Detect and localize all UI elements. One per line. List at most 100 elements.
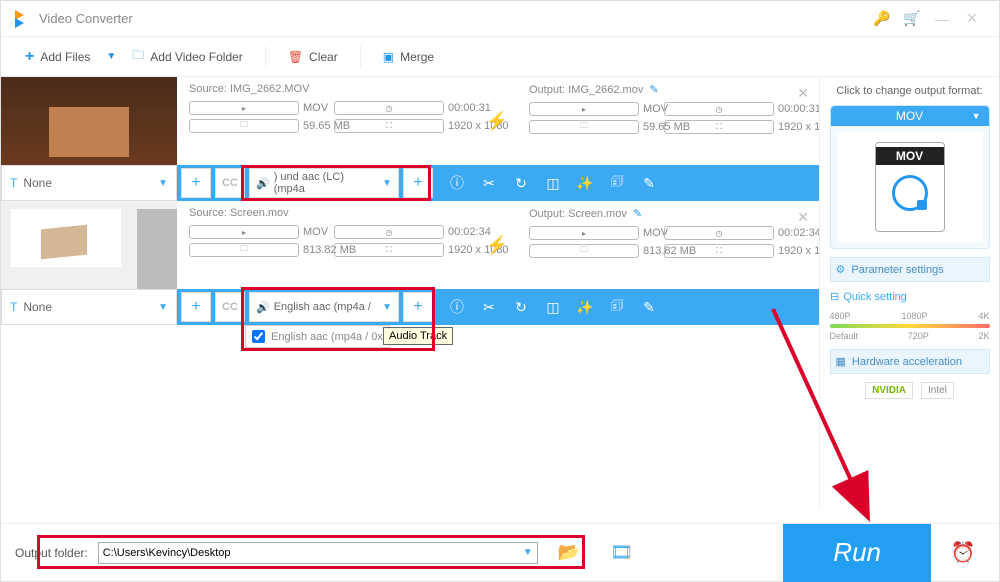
format-icon: ▸ (529, 226, 639, 240)
close-icon[interactable]: ✕ (957, 10, 987, 27)
chevron-down-icon: ▼ (158, 302, 168, 313)
output-folder-input[interactable]: C:\Users\Kevincy\Desktop▼ (98, 542, 538, 564)
edit-name-icon[interactable]: ✎ (633, 207, 642, 220)
chevron-down-icon: ▼ (382, 178, 392, 189)
subtitle-select[interactable]: TNone▼ (1, 289, 177, 325)
source-label: Source: IMG_2662.MOV (189, 83, 465, 95)
crop-icon[interactable]: ◫ (537, 299, 569, 316)
rotate-icon[interactable]: ↻ (505, 175, 537, 192)
audio-track-select[interactable]: 🔊 English aac (mp4a / ▼ (249, 292, 399, 322)
bolt-icon: ⚡ (486, 111, 508, 132)
remove-item-icon[interactable]: ✕ (797, 85, 809, 102)
chevron-down-icon: ▼ (382, 302, 392, 313)
chevron-down-icon: ▼ (523, 547, 533, 558)
effects-icon[interactable]: ✨ (569, 175, 601, 192)
crop-icon[interactable]: ◫ (537, 175, 569, 192)
format-icon: ▸ (189, 225, 299, 239)
audio-option-checkbox[interactable] (252, 330, 265, 343)
chevron-down-icon: ▼ (972, 111, 981, 121)
audio-value: English aac (mp4a / (274, 301, 371, 313)
audio-value: ) und aac (LC) (mp4a (274, 171, 378, 195)
thumbnail[interactable] (1, 77, 177, 165)
format-icon: ▸ (189, 101, 299, 115)
subtitle-edit-icon[interactable]: ✎ (633, 299, 665, 316)
quick-setting-label[interactable]: Quick setting (830, 290, 907, 303)
audio-option-label: English aac (mp4a / 0x (271, 331, 383, 343)
rotate-icon[interactable]: ↻ (505, 299, 537, 316)
run-label: Run (833, 537, 881, 568)
bottom-bar: Output folder: C:\Users\Kevincy\Desktop▼… (1, 523, 999, 581)
format-name: MOV (896, 109, 923, 123)
chevron-down-icon[interactable]: ▼ (106, 51, 116, 62)
item-controls: TNone▼ + CC 🔊 ) und aac (LC) (mp4a ▼ + ⓘ ✂… (1, 165, 819, 201)
add-subtitle-button[interactable]: + (181, 168, 211, 198)
nvidia-badge: NVIDIA (865, 382, 913, 399)
remove-item-icon[interactable]: ✕ (797, 209, 809, 226)
audio-track-select[interactable]: 🔊 ) und aac (LC) (mp4a ▼ (249, 168, 399, 198)
source-label: Source: Screen.mov (189, 207, 465, 219)
add-folder-button[interactable]: 🗀Add Video Folder (122, 41, 253, 72)
out-duration-value: 00:02:34 (778, 227, 819, 239)
chip-icon: ▦ (836, 355, 846, 368)
out-resolution-value: 1920 x 1080 (778, 245, 819, 257)
speaker-icon: 🔊 (256, 301, 270, 314)
tooltip: Audio Track (383, 327, 453, 345)
app-logo-icon (13, 10, 31, 28)
thumbnail[interactable] (1, 201, 177, 289)
add-audio-button[interactable]: + (403, 292, 433, 322)
mov-file-icon: MOV (875, 142, 945, 232)
format-icon: ▸ (529, 102, 639, 116)
cart-icon[interactable]: 🛒 (897, 10, 927, 27)
toolbar: +Add Files ▼ 🗀Add Video Folder 🗑Clear ▣M… (1, 37, 999, 77)
format-band-label: MOV (876, 147, 944, 165)
open-folder-icon[interactable]: 📂 (548, 542, 590, 563)
media-item: Source: IMG_2662.MOV ▸MOV ◷00:00:31 🗀59.… (1, 77, 819, 201)
effects-icon[interactable]: ✨ (569, 299, 601, 316)
edit-name-icon[interactable]: ✎ (649, 83, 658, 96)
alarm-icon[interactable]: ⏰ (941, 524, 985, 582)
item-controls: TNone▼ + CC 🔊English aac (mp4a /▼ + ⓘ ✂ … (1, 289, 819, 325)
subtitle-select[interactable]: TNone▼ (1, 165, 177, 201)
quality-slider[interactable]: 480P1080P4K Default720P2K (830, 311, 990, 341)
info-icon[interactable]: ⓘ (441, 297, 473, 317)
key-icon[interactable]: 🔑 (867, 10, 897, 27)
add-files-label: Add Files (40, 50, 90, 64)
watermark-icon[interactable]: 🗊 (601, 295, 633, 319)
run-button[interactable]: Run (783, 524, 931, 582)
subtitle-edit-icon[interactable]: ✎ (633, 175, 665, 192)
cut-icon[interactable]: ✂ (473, 299, 505, 316)
cc-button[interactable]: CC (215, 292, 245, 322)
merge-button[interactable]: ▣Merge (373, 45, 444, 69)
output-folder-label: Output folder: (15, 546, 88, 560)
clear-button[interactable]: 🗑Clear (278, 45, 348, 69)
speaker-icon: 🔊 (256, 177, 270, 190)
clock-icon: ◷ (334, 225, 444, 239)
add-subtitle-button[interactable]: + (181, 292, 211, 322)
add-audio-button[interactable]: + (403, 168, 433, 198)
watermark-icon[interactable]: 🗊 (601, 171, 633, 195)
bolt-icon: ⚡ (486, 235, 508, 256)
resolution-icon: ⛶ (334, 119, 444, 133)
q-720p: 720P (908, 331, 929, 341)
titlebar: Video Converter 🔑 🛒 — ✕ (1, 1, 999, 37)
format-card[interactable]: MOV ▼ MOV (830, 105, 990, 249)
cc-button[interactable]: CC (215, 168, 245, 198)
quicktime-icon (892, 175, 928, 211)
q-default: Default (830, 331, 859, 341)
parameter-settings-button[interactable]: ⚙Parameter settings (830, 257, 990, 282)
cut-icon[interactable]: ✂ (473, 175, 505, 192)
out-duration-value: 00:00:31 (778, 103, 819, 115)
add-files-button[interactable]: +Add Files (15, 43, 100, 71)
hardware-accel-button[interactable]: ▦Hardware acceleration (830, 349, 990, 374)
q-2k: 2K (978, 331, 989, 341)
clear-label: Clear (309, 50, 338, 64)
q-480p: 480P (830, 311, 851, 321)
media-item: Source: Screen.mov ▸MOV ◷00:02:34 🗀813.8… (1, 201, 819, 325)
resolution-icon: ⛶ (334, 243, 444, 257)
audio-track-option[interactable]: English aac (mp4a / 0x (245, 325, 390, 348)
film-icon[interactable]: 🎞 (600, 542, 643, 563)
output-format-panel: Click to change output format: MOV▼ MOV … (819, 77, 999, 509)
info-icon[interactable]: ⓘ (441, 173, 473, 193)
chevron-down-icon: ▼ (158, 178, 168, 189)
minimize-icon[interactable]: — (927, 11, 957, 27)
